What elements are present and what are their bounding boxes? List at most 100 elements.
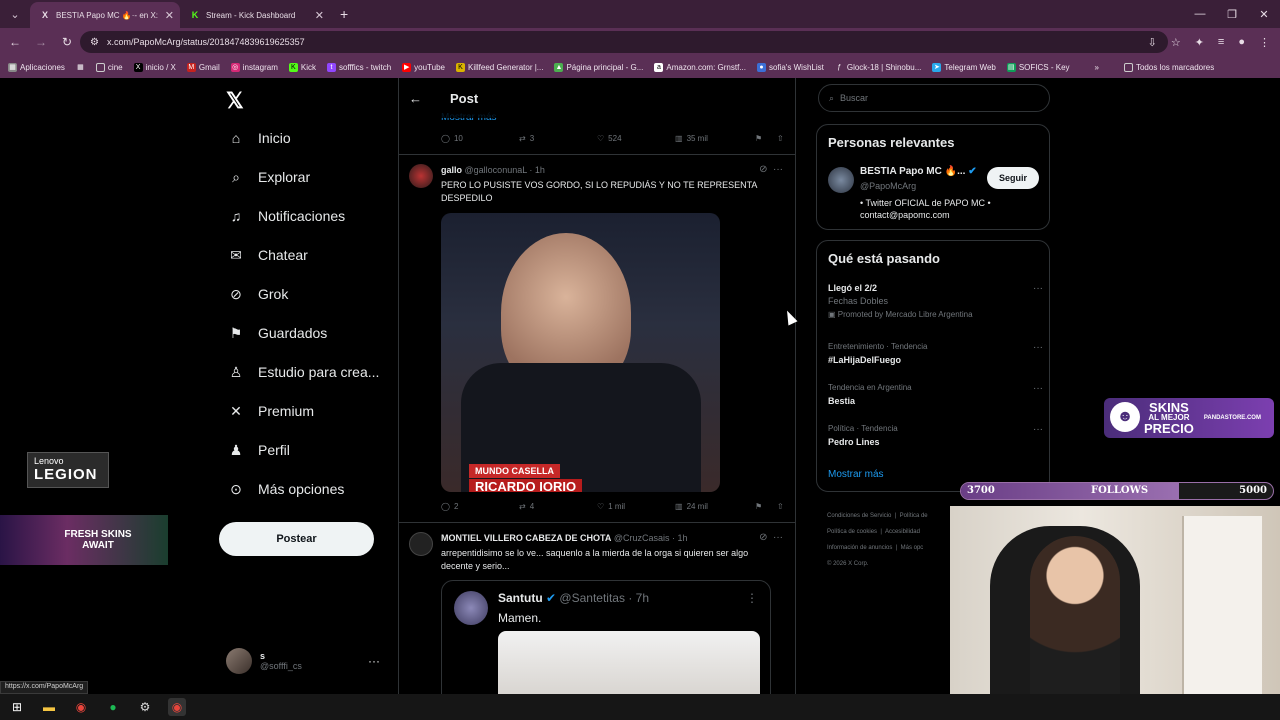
close-tab-icon[interactable]: ✕ bbox=[165, 9, 174, 22]
grok-icon[interactable]: ⊘ ··· bbox=[759, 532, 783, 543]
avatar[interactable] bbox=[828, 167, 854, 193]
relevant-handle[interactable]: @PapoMcArg bbox=[860, 181, 916, 191]
install-icon[interactable]: ⇩ bbox=[1148, 36, 1157, 49]
repost-button[interactable]: ⇄ 4 bbox=[519, 502, 597, 511]
tweet-author-name[interactable]: MONTIEL VILLERO CABEZA DE CHOTA bbox=[441, 533, 611, 543]
bookmark-grid[interactable]: ▦ bbox=[76, 63, 85, 72]
bookmark-wishlist[interactable]: ● sofia's WishList bbox=[756, 62, 824, 72]
like-button[interactable]: ♡ 524 bbox=[597, 134, 675, 143]
more-icon[interactable]: ··· bbox=[368, 654, 380, 668]
avatar[interactable] bbox=[409, 532, 433, 556]
reply-button[interactable]: ◯ 2 bbox=[441, 502, 519, 511]
bookmark-cine[interactable]: cine bbox=[95, 62, 123, 72]
bookmark-button[interactable]: ⚑ bbox=[755, 502, 777, 511]
avatar[interactable] bbox=[409, 164, 433, 188]
footer-link[interactable]: Más opc bbox=[901, 545, 924, 551]
bookmark-amazon[interactable]: a Amazon.com: Grnstf... bbox=[654, 62, 746, 72]
chrome-icon[interactable]: ◉ bbox=[72, 698, 90, 716]
reply-button[interactable]: ◯ 10 bbox=[441, 134, 519, 143]
bookmark-pagina-principal[interactable]: ▲ Página principal - G... bbox=[554, 62, 643, 72]
follow-button[interactable]: Seguir bbox=[987, 167, 1039, 189]
footer-link[interactable]: Condiciones de Servicio bbox=[827, 513, 891, 519]
tweet-author-handle[interactable]: @CruzCasais bbox=[614, 533, 670, 543]
close-window-icon[interactable]: ✕ bbox=[1248, 0, 1280, 28]
tweet-author-handle[interactable]: @galloconunaL bbox=[465, 165, 527, 175]
forward-icon[interactable]: → bbox=[30, 35, 52, 49]
nav-item-perfil[interactable]: ♟ Perfil bbox=[228, 442, 290, 459]
more-icon[interactable]: ··· bbox=[1033, 424, 1043, 435]
bookmark-glock[interactable]: ƒ Glock-18 | Shinobu... bbox=[835, 63, 921, 72]
bookmark-gmail[interactable]: M Gmail bbox=[186, 62, 220, 72]
bookmark-youtube[interactable]: ▶ youTube bbox=[402, 62, 445, 72]
minimize-icon[interactable]: — bbox=[1184, 0, 1216, 28]
account-switcher[interactable]: s @sofffi_cs ··· bbox=[226, 648, 386, 674]
tweet-time[interactable]: · 1h bbox=[672, 533, 688, 543]
bookmark-kick[interactable]: K Kick bbox=[288, 62, 316, 72]
chrome-active-icon[interactable]: ◉ bbox=[168, 698, 186, 716]
footer-link[interactable]: Política de cookies bbox=[827, 529, 877, 535]
bookmark-telegram[interactable]: ➤ Telegram Web bbox=[932, 62, 996, 72]
more-icon[interactable]: ··· bbox=[1033, 283, 1043, 294]
bookmark-inicio-x[interactable]: Xinicio / X bbox=[133, 62, 176, 72]
search-input[interactable]: ⌕ Buscar bbox=[818, 84, 1050, 112]
nav-item-estudio[interactable]: ♙ Estudio para crea... bbox=[228, 364, 380, 381]
share-button[interactable]: ⇧ bbox=[777, 134, 784, 143]
share-button[interactable]: ⇧ bbox=[777, 502, 784, 511]
nav-item-notificaciones[interactable]: ♫ Notificaciones bbox=[228, 208, 345, 224]
bookmark-killfeed[interactable]: K Killfeed Generator |... bbox=[456, 62, 543, 72]
nav-item-premium[interactable]: ✕ Premium bbox=[228, 403, 314, 420]
steam-icon[interactable]: ⚙ bbox=[136, 698, 154, 716]
bookmark-all-folder[interactable]: Todos los marcadores bbox=[1123, 62, 1214, 72]
repost-button[interactable]: ⇄ 3 bbox=[519, 134, 597, 143]
reload-icon[interactable]: ↻ bbox=[56, 35, 78, 49]
more-icon[interactable]: ··· bbox=[1033, 383, 1043, 394]
spotify-icon[interactable]: ● bbox=[104, 698, 122, 716]
url-field[interactable]: ⚙ x.com/PapoMcArg/status/201847483961962… bbox=[80, 31, 1168, 53]
nav-item-guardados[interactable]: ⚑ Guardados bbox=[228, 325, 328, 342]
footer-link[interactable]: Política de bbox=[900, 513, 928, 519]
like-button[interactable]: ♡ 1 mil bbox=[597, 502, 675, 511]
menu-icon[interactable]: ⋮ bbox=[1259, 36, 1270, 49]
bookmark-apps[interactable]: ▦ Aplicaciones bbox=[8, 62, 65, 72]
close-tab-icon[interactable]: ✕ bbox=[315, 9, 324, 22]
tab-x-post[interactable]: X BESTIA Papo MC 🔥·- en X: "F ✕ bbox=[30, 2, 180, 28]
bookmark-sofics-key[interactable]: ▤ SOFICS - Key bbox=[1006, 62, 1070, 72]
nav-item-explorar[interactable]: ⌕ Explorar bbox=[228, 169, 310, 186]
nav-item-mas-opciones[interactable]: ⊙ Más opciones bbox=[228, 481, 344, 498]
back-icon[interactable]: ← bbox=[4, 35, 26, 49]
windows-start-icon[interactable]: ⊞ bbox=[8, 698, 26, 716]
new-tab-button[interactable]: + bbox=[340, 6, 348, 22]
file-explorer-icon[interactable]: ▬ bbox=[40, 698, 58, 716]
footer-link[interactable]: Accesibilidad bbox=[885, 529, 920, 535]
bookmark-twitch[interactable]: t sofffics - twitch bbox=[326, 62, 391, 72]
tweet-reply[interactable]: gallo @galloconunaL · 1h ⊘ ··· PERO LO P… bbox=[399, 154, 795, 522]
show-more-link[interactable]: Mostrar más bbox=[828, 469, 884, 480]
more-icon[interactable]: ··· bbox=[1033, 342, 1043, 353]
quoted-tweet[interactable]: Santutu ✔ @Santetitas · 7h ⋮ Mamen. bbox=[441, 580, 771, 694]
bookmarks-overflow-icon[interactable]: » bbox=[1095, 63, 1099, 72]
back-arrow-icon[interactable]: ← bbox=[409, 91, 422, 106]
trend-item[interactable]: Entretenimiento · Tendencia #LaHijaDelFu… bbox=[828, 342, 1043, 365]
relevant-name[interactable]: BESTIA Papo MC 🔥... ✔ bbox=[860, 166, 977, 177]
trend-item[interactable]: Política · Tendencia Pedro Lines ··· bbox=[828, 424, 1043, 447]
tab-kick-dashboard[interactable]: K Stream - Kick Dashboard ✕ bbox=[180, 2, 330, 28]
footer-link[interactable]: Información de anuncios bbox=[827, 545, 892, 551]
nav-item-grok[interactable]: ⊘ Grok bbox=[228, 286, 288, 303]
quote-image[interactable] bbox=[498, 631, 760, 694]
tweet-time[interactable]: · 1h bbox=[529, 165, 545, 175]
bookmark-instagram[interactable]: ◎ instagram bbox=[230, 62, 278, 72]
more-icon[interactable]: ⋮ bbox=[746, 591, 758, 605]
views-button[interactable]: ▥ 35 mil bbox=[675, 134, 755, 143]
extensions-icon[interactable]: ✦ bbox=[1195, 36, 1204, 49]
profile-icon[interactable]: ● bbox=[1238, 36, 1245, 48]
bookmark-button[interactable]: ⚑ bbox=[755, 134, 777, 143]
trend-item[interactable]: Llegó el 2/2 Fechas Dobles ▣ Promoted by… bbox=[828, 283, 1043, 319]
nav-item-chatear[interactable]: ✉ Chatear bbox=[228, 247, 308, 264]
x-logo-icon[interactable]: 𝕏 bbox=[226, 88, 244, 114]
nav-item-inicio[interactable]: ⌂ Inicio bbox=[228, 130, 291, 146]
media-icon[interactable]: ≡ bbox=[1218, 36, 1224, 48]
views-button[interactable]: ▥ 24 mil bbox=[675, 502, 755, 511]
post-button[interactable]: Postear bbox=[219, 522, 374, 556]
tab-search-button[interactable]: ⌄ bbox=[4, 3, 26, 25]
tweet-reply[interactable]: MONTIEL VILLERO CABEZA DE CHOTA @CruzCas… bbox=[399, 522, 795, 694]
